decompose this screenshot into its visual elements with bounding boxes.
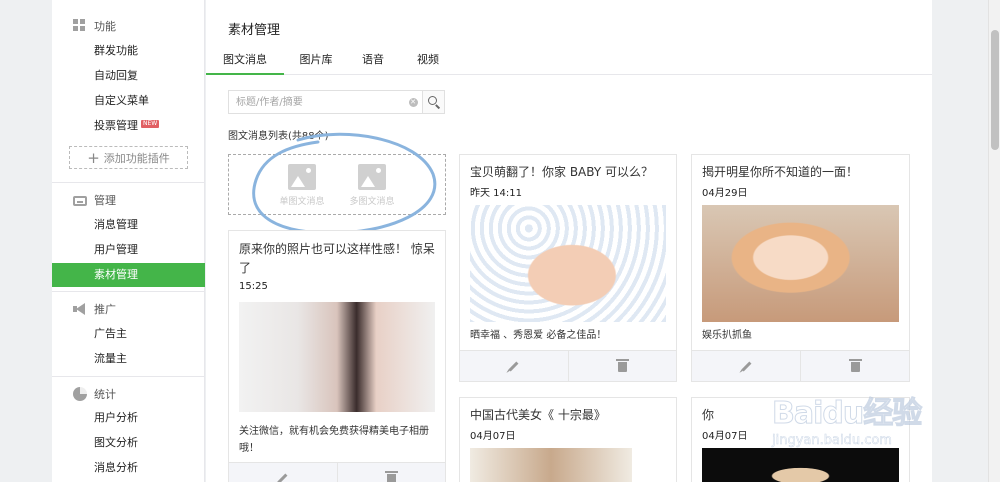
article-title: 你: [702, 408, 715, 422]
article-cover-image: [702, 448, 899, 482]
sidebar-item-auto-reply[interactable]: 自动回复: [52, 64, 205, 88]
delete-button[interactable]: [336, 463, 446, 482]
delete-button[interactable]: [567, 351, 677, 381]
add-single-article-button[interactable]: 单图文消息: [271, 164, 333, 207]
tray-icon: [73, 196, 87, 206]
article-cover-image: [702, 205, 899, 322]
nav-divider: [52, 291, 205, 292]
article-cover-image: [470, 205, 666, 322]
article-date: 04月07日: [470, 431, 516, 442]
article-title: 宝贝萌翻了！你家 BABY 可以么？: [470, 165, 653, 179]
add-plugin-button[interactable]: + 添加功能插件: [69, 146, 188, 169]
pencil-icon: [741, 361, 751, 372]
article-date: 15:25: [239, 281, 268, 292]
search-button[interactable]: [422, 91, 444, 113]
sidebar-item-message-analysis[interactable]: 消息分析: [52, 456, 205, 480]
nav-group-title: 功能: [94, 20, 116, 33]
sidebar-item-message-management[interactable]: 消息管理: [52, 213, 205, 237]
sidebar-item-advertiser[interactable]: 广告主: [52, 322, 205, 346]
article-card[interactable]: 中国古代美女《 十宗最》 04月07日: [459, 397, 677, 482]
pencil-icon: [508, 361, 519, 372]
add-single-article-label: 单图文消息: [279, 197, 325, 207]
scrollbar-thumb[interactable]: [991, 30, 999, 150]
sidebar-item-vote-management[interactable]: 投票管理 NEW: [52, 114, 205, 138]
article-description: 晒幸福 、秀恩爱 必备之佳品！: [470, 330, 607, 341]
nav-group-title: 管理: [94, 194, 116, 207]
sidebar-item-mass-send[interactable]: 群发功能: [52, 39, 205, 63]
page-title: 素材管理: [228, 23, 281, 38]
article-cover-image: [470, 448, 632, 482]
nav-divider: [52, 182, 205, 183]
add-multi-article-button[interactable]: 多图文消息: [341, 164, 403, 207]
edit-button[interactable]: [692, 351, 800, 381]
main-panel: 素材管理 图文消息 图片库 语音 视频 ✕ 图文消息列表(共88个) 单图文消息…: [206, 0, 932, 482]
article-date: 04月29日: [702, 188, 748, 199]
edit-button[interactable]: [229, 463, 337, 482]
page-right-margin: [932, 0, 988, 482]
search-input[interactable]: [229, 91, 404, 113]
article-date: 04月07日: [702, 431, 748, 442]
card-actions: [229, 462, 445, 482]
pencil-icon: [277, 473, 288, 482]
article-date: 昨天 14:11: [470, 188, 522, 199]
article-title: 原来你的照片也可以这样性感！ 惊呆了: [239, 242, 435, 275]
edit-button[interactable]: [460, 351, 568, 381]
sidebar-nav: 功能 群发功能 自动回复 自定义菜单 投票管理 NEW + 添加功能插件 管理 消…: [52, 0, 205, 482]
article-card[interactable]: 宝贝萌翻了！你家 BABY 可以么？ 昨天 14:11 晒幸福 、秀恩爱 必备之…: [459, 154, 677, 382]
trash-icon: [384, 470, 398, 482]
nav-group-title: 统计: [94, 388, 116, 401]
tab-articles[interactable]: 图文消息: [206, 48, 284, 75]
article-title: 揭开明星你所不知道的一面！: [702, 165, 859, 179]
add-plugin-label: 添加功能插件: [103, 151, 170, 165]
nav-divider: [52, 376, 205, 377]
close-icon: ✕: [408, 97, 418, 107]
image-icon: [358, 164, 386, 190]
nav-group-promotion: 推广: [52, 298, 205, 320]
trash-icon: [615, 358, 629, 372]
sidebar-item-user-management[interactable]: 用户管理: [52, 238, 205, 262]
article-description: 娱乐扒抓鱼: [702, 330, 752, 341]
plus-icon: +: [87, 148, 100, 167]
tab-voice[interactable]: 语音: [348, 48, 398, 75]
search-box: ✕: [228, 90, 445, 114]
image-icon: [288, 164, 316, 190]
sidebar-item-article-analysis[interactable]: 图文分析: [52, 431, 205, 455]
article-card[interactable]: 原来你的照片也可以这样性感！ 惊呆了 15:25 关注微信，就有机会免费获得精美…: [228, 230, 446, 482]
page-left-margin: [0, 0, 52, 482]
trash-icon: [848, 358, 862, 372]
sidebar-item-user-analysis[interactable]: 用户分析: [52, 406, 205, 430]
nav-group-title: 推广: [94, 303, 116, 316]
megaphone-icon: [73, 302, 87, 316]
article-list-title: 图文消息列表(共88个): [228, 131, 329, 142]
card-actions: [692, 350, 909, 381]
article-card[interactable]: 你 04月07日: [691, 397, 910, 482]
tab-image-library[interactable]: 图片库: [286, 48, 346, 75]
sidebar-item-material-management[interactable]: 素材管理: [52, 263, 205, 287]
add-article-box: 单图文消息 多图文消息: [228, 154, 446, 215]
add-multi-article-label: 多图文消息: [349, 197, 395, 207]
material-tabs: 图文消息 图片库 语音 视频: [206, 48, 932, 75]
vertical-scrollbar[interactable]: [988, 0, 1000, 482]
article-card[interactable]: 揭开明星你所不知道的一面！ 04月29日 娱乐扒抓鱼: [691, 154, 910, 382]
grid-icon: [73, 19, 87, 33]
nav-group-management: 管理: [52, 189, 205, 211]
sidebar-item-custom-menu[interactable]: 自定义菜单: [52, 89, 205, 113]
tab-video[interactable]: 视频: [404, 48, 452, 75]
sidebar-item-label: 投票管理: [94, 119, 138, 132]
article-cover-image: [239, 302, 435, 412]
pie-chart-icon: [73, 387, 87, 401]
card-actions: [460, 350, 677, 381]
delete-button[interactable]: [800, 351, 909, 381]
article-title: 中国古代美女《 十宗最》: [470, 408, 606, 422]
sidebar-item-traffic-owner[interactable]: 流量主: [52, 347, 205, 371]
nav-group-statistics: 统计: [52, 383, 205, 405]
nav-group-features: 功能: [52, 15, 205, 37]
article-description: 关注微信，就有机会免费获得精美电子相册哦！: [239, 426, 429, 454]
clear-search-button[interactable]: ✕: [404, 91, 422, 113]
new-badge: NEW: [141, 120, 160, 128]
